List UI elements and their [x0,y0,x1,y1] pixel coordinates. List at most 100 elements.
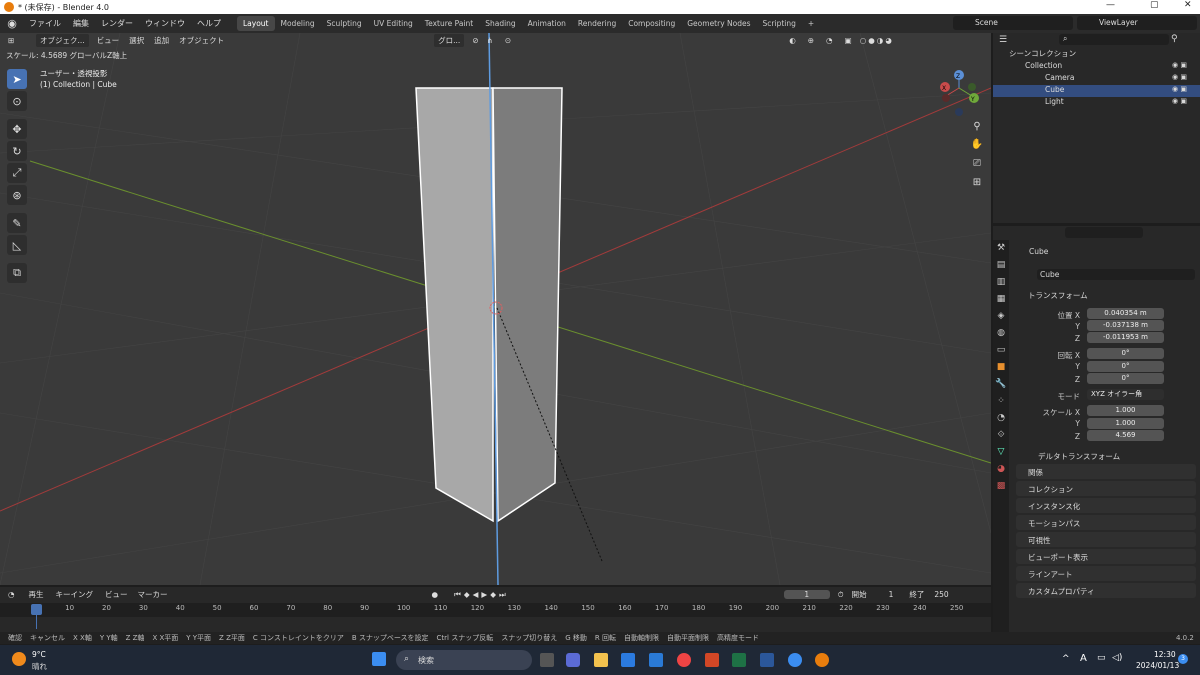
menu-select[interactable]: 選択 [129,35,144,46]
current-frame-field[interactable]: 1 [783,590,830,599]
scale-y-field[interactable]: 1.000 [1087,418,1164,429]
next-key-icon[interactable]: ◆ [490,590,496,599]
file-explorer-icon[interactable] [594,653,608,667]
delta-transform-header[interactable]: デルタトランスフォーム [1038,451,1120,462]
tab-scripting[interactable]: Scripting [757,16,802,31]
properties-search-input[interactable] [1065,227,1143,238]
measure-tool-icon[interactable]: ◺ [7,235,27,255]
notification-badge[interactable]: 3 [1178,654,1188,664]
rotation-mode-select[interactable]: XYZ オイラー角 [1087,389,1164,400]
outliner-scene-collection[interactable]: シーンコレクション [993,48,1200,60]
close-button[interactable]: ✕ [1184,0,1192,10]
menu-timeline-view[interactable]: ビュー [105,589,128,600]
panel-visibility[interactable]: 可視性 [1016,532,1196,547]
tab-texture-paint[interactable]: Texture Paint [419,16,479,31]
outliner-item-camera[interactable]: Camera [993,73,1200,85]
store-icon[interactable] [621,653,635,667]
eye-icon[interactable]: ◉ ▣ [1172,61,1187,69]
tab-shading[interactable]: Shading [479,16,521,31]
taskbar-search-box[interactable] [396,650,532,670]
select-box-tool-icon[interactable]: ➤ [7,69,27,89]
location-z-field[interactable]: -0.011953 m [1087,332,1164,343]
eye-icon[interactable]: ◉ ▣ [1172,85,1187,93]
rotate-tool-icon[interactable]: ↻ [7,141,27,161]
move-tool-icon[interactable]: ✥ [7,119,27,139]
windows-start-icon[interactable] [372,652,386,666]
ortho-toggle-icon[interactable]: ⊞ [969,177,985,193]
shading-rendered-icon[interactable]: ◕ [885,36,892,45]
play-icon[interactable]: ▶ [481,590,487,599]
maximize-button[interactable]: ▢ [1150,0,1159,10]
collection-tab-icon[interactable]: ▭ [993,342,1009,359]
outliner-editor-icon[interactable]: ☰ [999,35,1007,45]
outliner-item-cube[interactable]: Cube [993,85,1200,97]
data-tab-icon[interactable]: ▽ [993,444,1009,461]
texture-tab-icon[interactable]: ▩ [993,478,1009,495]
render-tab-icon[interactable]: ▤ [993,257,1009,274]
tab-sculpting[interactable]: Sculpting [321,16,368,31]
play-reverse-icon[interactable]: ◀ [473,590,479,599]
timeline-editor-icon[interactable]: ◔ [8,590,15,599]
gizmo-toggle-icon[interactable]: ⊕ [808,36,814,45]
cube-left-face[interactable] [415,87,494,523]
scene-selector[interactable]: Scene [953,16,1073,30]
annotate-tool-icon[interactable]: ✎ [7,213,27,233]
view-layer-tab-icon[interactable]: ▦ [993,291,1009,308]
pivot-icon[interactable]: ⊘ [472,36,478,45]
blender-menu-icon[interactable]: ◉ [5,17,19,31]
add-workspace-button[interactable]: + [802,16,820,31]
outliner-collection[interactable]: Collection [993,61,1200,73]
eye-icon[interactable]: ◉ ▣ [1172,97,1187,105]
camera-view-icon[interactable]: ⎚ [969,158,985,174]
orientation-selector[interactable]: グロ... [434,33,465,47]
transform-tool-icon[interactable]: ⊛ [7,185,27,205]
menu-view[interactable]: ビュー [97,35,120,46]
panel-instancing[interactable]: インスタンス化 [1016,498,1196,513]
material-tab-icon[interactable]: ◕ [993,461,1009,478]
filter-icon[interactable]: ⚲ [1171,34,1178,44]
tab-compositing[interactable]: Compositing [622,16,681,31]
menu-marker[interactable]: マーカー [138,589,168,600]
viewlayer-selector[interactable]: ViewLayer [1077,16,1197,30]
excel-icon[interactable] [732,653,746,667]
menu-help[interactable]: ヘルプ [191,18,227,29]
jump-start-icon[interactable]: ⏮ [454,590,461,600]
rotation-z-field[interactable]: 0° [1087,373,1164,384]
start-frame-field[interactable]: 1 [889,590,894,599]
chevron-up-icon[interactable]: ^ [1062,654,1070,664]
menu-add[interactable]: 追加 [154,35,169,46]
object-tab-icon[interactable]: ■ [993,359,1009,376]
shading-material-icon[interactable]: ◑ [877,36,884,45]
modifier-tab-icon[interactable]: 🔧 [993,376,1009,393]
location-x-field[interactable]: 0.040354 m [1087,308,1164,319]
tab-rendering[interactable]: Rendering [572,16,622,31]
outliner-item-light[interactable]: Light [993,97,1200,109]
eye-icon[interactable]: ◉ ▣ [1172,73,1187,81]
prev-key-icon[interactable]: ◆ [464,590,470,599]
object-datablock-field[interactable]: Cube [1037,269,1195,280]
viewport-canvas[interactable]: Z X Y [0,33,991,585]
menu-keying[interactable]: キーイング [56,589,94,600]
teams-icon[interactable] [566,653,580,667]
menu-file[interactable]: ファイル [23,18,67,29]
shading-solid-icon[interactable]: ● [868,36,875,45]
xray-icon[interactable]: ▣ [845,36,852,45]
panel-relations[interactable]: 関係 [1016,464,1196,479]
outliner-search-input[interactable] [1059,34,1169,45]
task-view-icon[interactable] [540,653,554,667]
panel-motion-paths[interactable]: モーションパス [1016,515,1196,530]
tab-modeling[interactable]: Modeling [275,16,321,31]
zoom-icon[interactable]: ⚲ [969,121,985,137]
weather-sun-icon[interactable] [12,652,26,666]
menu-playback[interactable]: 再生 [29,589,44,600]
panel-collections[interactable]: コレクション [1016,481,1196,496]
visibility-icon[interactable]: ◐ [789,36,796,45]
rotation-x-field[interactable]: 0° [1087,348,1164,359]
tab-geometry-nodes[interactable]: Geometry Nodes [681,16,756,31]
shading-wireframe-icon[interactable]: ○ [860,36,867,45]
scale-x-field[interactable]: 1.000 [1087,405,1164,416]
help-icon[interactable] [788,653,802,667]
playhead[interactable] [31,604,42,615]
tab-uv-editing[interactable]: UV Editing [368,16,419,31]
jump-end-icon[interactable]: ⏭ [499,590,506,600]
